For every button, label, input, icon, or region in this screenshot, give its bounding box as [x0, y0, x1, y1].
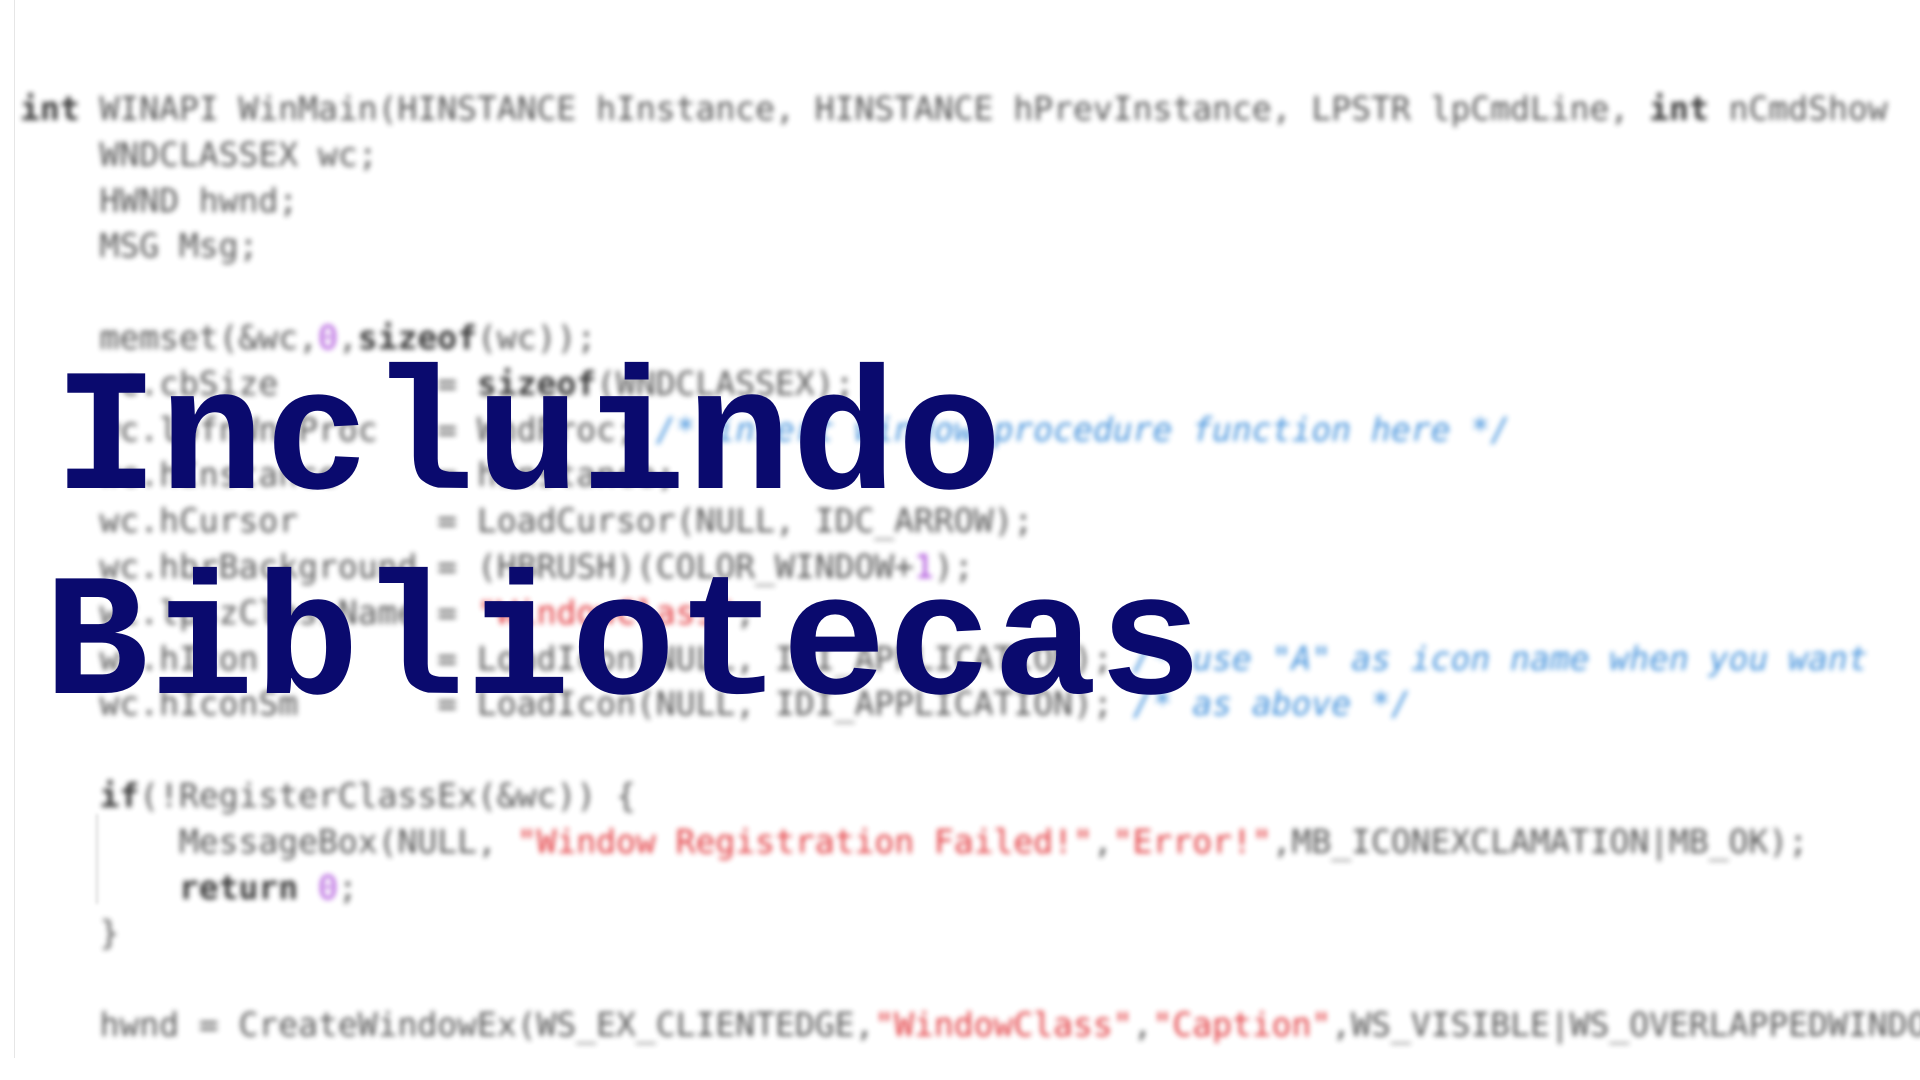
code-token: , [1092, 821, 1113, 861]
code-line: } [20, 910, 1920, 956]
title-line-2: Bibliotecas [44, 549, 1204, 746]
code-token: } [20, 913, 120, 953]
code-line: MessageBox(NULL, "Window Registration Fa… [20, 819, 1920, 865]
code-token: 0 [318, 867, 338, 907]
code-token: "Window Registration Failed!" [516, 821, 1093, 861]
title-line-1: Incluindo [54, 344, 1003, 541]
code-token: "Error!" [1112, 821, 1272, 861]
code-line: hwnd = CreateWindowEx(WS_EX_CLIENTEDGE,"… [20, 1002, 1920, 1048]
bottom-edge [0, 1058, 1920, 1080]
code-token: nCmdShow [1708, 89, 1888, 128]
code-token: /* use "A" as icon name when you want [1132, 638, 1868, 678]
code-token: return [20, 867, 299, 907]
code-token: int [20, 89, 80, 128]
code-line: if(!RegisterClassEx(&wc)) { [20, 773, 1920, 819]
code-token: WNDCLASSEX wc; [20, 134, 378, 174]
thumbnail-title: Incluindo Bibliotecas [44, 340, 1204, 750]
thumbnail-canvas: int WINAPI WinMain(HINSTANCE hInstance, … [0, 0, 1920, 1080]
code-line: MSG Msg; [20, 223, 1920, 269]
code-token: ,MB_ICONEXCLAMATION|MB_OK); [1271, 821, 1809, 861]
code-token: if [20, 775, 140, 815]
code-block-indent-guide [96, 814, 98, 904]
code-token: , [1132, 1004, 1153, 1044]
code-token: HWND hwnd; [20, 180, 299, 220]
code-token: hwnd = CreateWindowEx(WS_EX_CLIENTEDGE, [20, 1004, 875, 1044]
code-token: "Caption" [1152, 1004, 1332, 1044]
code-line: int WINAPI WinMain(HINSTANCE hInstance, … [20, 86, 1920, 132]
code-token: (!RegisterClassEx(&wc)) { [139, 775, 636, 815]
code-token: WINAPI WinMain(HINSTANCE hInstance, HINS… [79, 89, 1650, 128]
code-line: WNDCLASSEX wc; [20, 132, 1920, 178]
code-token: int [1649, 89, 1709, 128]
code-line: HWND hwnd; [20, 178, 1920, 224]
code-line: return 0; [20, 865, 1920, 911]
code-token: ,WS_VISIBLE|WS_OVERLAPPEDWINDOW [1331, 1004, 1920, 1044]
code-token: MessageBox(NULL, [20, 821, 517, 861]
code-token: MSG Msg; [20, 226, 259, 266]
code-token: ; [337, 867, 358, 907]
editor-gutter-line [14, 0, 15, 1060]
code-token: "WindowClass" [874, 1004, 1133, 1044]
